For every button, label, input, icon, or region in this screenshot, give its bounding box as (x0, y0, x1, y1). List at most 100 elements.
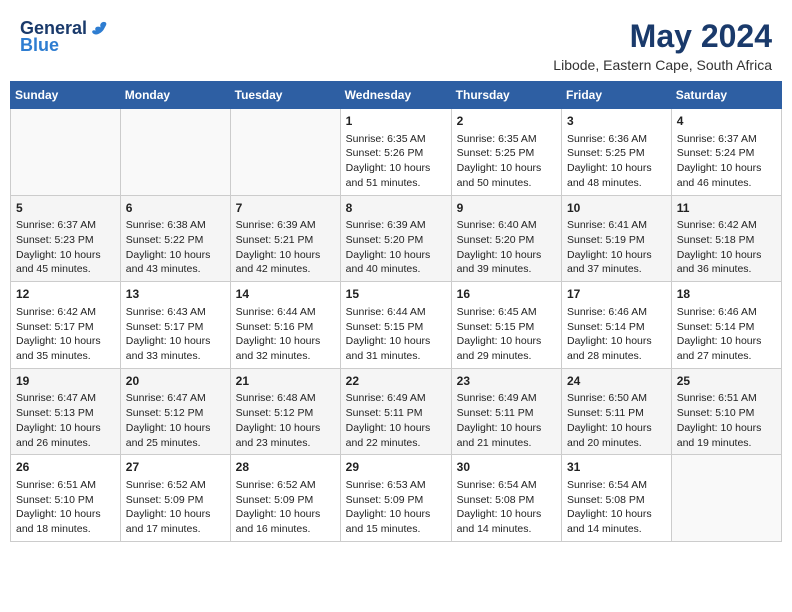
header-cell-saturday: Saturday (671, 82, 781, 109)
calendar-cell (671, 455, 781, 542)
calendar-cell: 5Sunrise: 6:37 AMSunset: 5:23 PMDaylight… (11, 195, 121, 282)
calendar-cell: 6Sunrise: 6:38 AMSunset: 5:22 PMDaylight… (120, 195, 230, 282)
day-number: 1 (346, 113, 446, 130)
day-number: 17 (567, 286, 666, 303)
day-number: 24 (567, 373, 666, 390)
day-info: Sunrise: 6:52 AMSunset: 5:09 PMDaylight:… (236, 478, 335, 537)
header-cell-friday: Friday (562, 82, 672, 109)
day-info: Sunrise: 6:41 AMSunset: 5:19 PMDaylight:… (567, 218, 666, 277)
calendar-week-2: 5Sunrise: 6:37 AMSunset: 5:23 PMDaylight… (11, 195, 782, 282)
day-info: Sunrise: 6:44 AMSunset: 5:16 PMDaylight:… (236, 305, 335, 364)
header-row: SundayMondayTuesdayWednesdayThursdayFrid… (11, 82, 782, 109)
calendar-cell: 13 Sunrise: 6:43 AMSunset: 5:17 PMDayligh… (120, 282, 230, 369)
logo-blue: Blue (20, 35, 59, 56)
day-number: 10 (567, 200, 666, 217)
calendar-cell: 11Sunrise: 6:42 AMSunset: 5:18 PMDayligh… (671, 195, 781, 282)
day-info: Sunrise: 6:36 AMSunset: 5:25 PMDaylight:… (567, 132, 666, 191)
day-info: Sunrise: 6:37 AMSunset: 5:24 PMDaylight:… (677, 132, 776, 191)
logo: General Blue (20, 18, 109, 56)
day-number: 14 (236, 286, 335, 303)
day-info: Sunrise: 6:54 AMSunset: 5:08 PMDaylight:… (457, 478, 556, 537)
calendar-cell (230, 109, 340, 196)
calendar-cell: 2 Sunrise: 6:35 AMSunset: 5:25 PMDaylight… (451, 109, 561, 196)
calendar-cell: 18 Sunrise: 6:46 AMSunset: 5:14 PMDayligh… (671, 282, 781, 369)
day-info: Sunrise: 6:39 AMSunset: 5:21 PMDaylight:… (236, 218, 335, 277)
calendar-cell: 4 Sunrise: 6:37 AMSunset: 5:24 PMDaylight… (671, 109, 781, 196)
day-number: 4 (677, 113, 776, 130)
day-info: Sunrise: 6:49 AMSunset: 5:11 PMDaylight:… (457, 391, 556, 450)
calendar-cell: 25Sunrise: 6:51 AMSunset: 5:10 PMDayligh… (671, 368, 781, 455)
calendar-cell: 3 Sunrise: 6:36 AMSunset: 5:25 PMDaylight… (562, 109, 672, 196)
calendar-cell (120, 109, 230, 196)
calendar-cell: 20Sunrise: 6:47 AMSunset: 5:12 PMDayligh… (120, 368, 230, 455)
day-info: Sunrise: 6:49 AMSunset: 5:11 PMDaylight:… (346, 391, 446, 450)
day-number: 19 (16, 373, 115, 390)
day-number: 22 (346, 373, 446, 390)
calendar-week-1: 1 Sunrise: 6:35 AMSunset: 5:26 PMDaylight… (11, 109, 782, 196)
calendar-cell: 30 Sunrise: 6:54 AMSunset: 5:08 PMDayligh… (451, 455, 561, 542)
calendar-cell: 19Sunrise: 6:47 AMSunset: 5:13 PMDayligh… (11, 368, 121, 455)
calendar-cell: 15 Sunrise: 6:44 AMSunset: 5:15 PMDayligh… (340, 282, 451, 369)
header-cell-sunday: Sunday (11, 82, 121, 109)
day-info: Sunrise: 6:53 AMSunset: 5:09 PMDaylight:… (346, 478, 446, 537)
calendar-cell: 26Sunrise: 6:51 AMSunset: 5:10 PMDayligh… (11, 455, 121, 542)
day-info: Sunrise: 6:44 AMSunset: 5:15 PMDaylight:… (346, 305, 446, 364)
day-number: 5 (16, 200, 115, 217)
day-number: 18 (677, 286, 776, 303)
calendar-cell: 29 Sunrise: 6:53 AMSunset: 5:09 PMDayligh… (340, 455, 451, 542)
day-number: 23 (457, 373, 556, 390)
calendar-cell: 27 Sunrise: 6:52 AMSunset: 5:09 PMDayligh… (120, 455, 230, 542)
day-info: Sunrise: 6:52 AMSunset: 5:09 PMDaylight:… (126, 478, 225, 537)
day-info: Sunrise: 6:35 AMSunset: 5:26 PMDaylight:… (346, 132, 446, 191)
day-info: Sunrise: 6:40 AMSunset: 5:20 PMDaylight:… (457, 218, 556, 277)
day-number: 6 (126, 200, 225, 217)
calendar-cell: 7Sunrise: 6:39 AMSunset: 5:21 PMDaylight… (230, 195, 340, 282)
day-info: Sunrise: 6:54 AMSunset: 5:08 PMDaylight:… (567, 478, 666, 537)
calendar-cell: 23Sunrise: 6:49 AMSunset: 5:11 PMDayligh… (451, 368, 561, 455)
calendar-body: 1 Sunrise: 6:35 AMSunset: 5:26 PMDaylight… (11, 109, 782, 542)
calendar-cell: 21Sunrise: 6:48 AMSunset: 5:12 PMDayligh… (230, 368, 340, 455)
calendar: SundayMondayTuesdayWednesdayThursdayFrid… (10, 81, 782, 542)
day-number: 16 (457, 286, 556, 303)
title-section: May 2024 Libode, Eastern Cape, South Afr… (553, 18, 772, 73)
header: General Blue May 2024 Libode, Eastern Ca… (10, 10, 782, 77)
header-cell-tuesday: Tuesday (230, 82, 340, 109)
day-info: Sunrise: 6:46 AMSunset: 5:14 PMDaylight:… (567, 305, 666, 364)
day-info: Sunrise: 6:43 AMSunset: 5:17 PMDaylight:… (126, 305, 225, 364)
day-number: 15 (346, 286, 446, 303)
day-number: 20 (126, 373, 225, 390)
day-info: Sunrise: 6:37 AMSunset: 5:23 PMDaylight:… (16, 218, 115, 277)
logo-bird-icon (89, 19, 109, 39)
calendar-cell: 14 Sunrise: 6:44 AMSunset: 5:16 PMDayligh… (230, 282, 340, 369)
day-number: 27 (126, 459, 225, 476)
header-cell-wednesday: Wednesday (340, 82, 451, 109)
calendar-cell: 9Sunrise: 6:40 AMSunset: 5:20 PMDaylight… (451, 195, 561, 282)
calendar-cell: 10Sunrise: 6:41 AMSunset: 5:19 PMDayligh… (562, 195, 672, 282)
calendar-cell: 16Sunrise: 6:45 AMSunset: 5:15 PMDayligh… (451, 282, 561, 369)
day-info: Sunrise: 6:51 AMSunset: 5:10 PMDaylight:… (16, 478, 115, 537)
day-info: Sunrise: 6:46 AMSunset: 5:14 PMDaylight:… (677, 305, 776, 364)
day-info: Sunrise: 6:51 AMSunset: 5:10 PMDaylight:… (677, 391, 776, 450)
day-info: Sunrise: 6:42 AMSunset: 5:17 PMDaylight:… (16, 305, 115, 364)
day-number: 9 (457, 200, 556, 217)
day-number: 30 (457, 459, 556, 476)
calendar-week-4: 19Sunrise: 6:47 AMSunset: 5:13 PMDayligh… (11, 368, 782, 455)
day-number: 8 (346, 200, 446, 217)
day-number: 28 (236, 459, 335, 476)
calendar-header: SundayMondayTuesdayWednesdayThursdayFrid… (11, 82, 782, 109)
calendar-cell: 28 Sunrise: 6:52 AMSunset: 5:09 PMDayligh… (230, 455, 340, 542)
day-number: 29 (346, 459, 446, 476)
calendar-week-5: 26Sunrise: 6:51 AMSunset: 5:10 PMDayligh… (11, 455, 782, 542)
day-info: Sunrise: 6:35 AMSunset: 5:25 PMDaylight:… (457, 132, 556, 191)
subtitle: Libode, Eastern Cape, South Africa (553, 57, 772, 73)
day-number: 7 (236, 200, 335, 217)
main-title: May 2024 (553, 18, 772, 55)
day-number: 11 (677, 200, 776, 217)
calendar-cell: 22Sunrise: 6:49 AMSunset: 5:11 PMDayligh… (340, 368, 451, 455)
day-number: 3 (567, 113, 666, 130)
calendar-cell: 8Sunrise: 6:39 AMSunset: 5:20 PMDaylight… (340, 195, 451, 282)
calendar-week-3: 12 Sunrise: 6:42 AMSunset: 5:17 PMDayligh… (11, 282, 782, 369)
day-number: 13 (126, 286, 225, 303)
day-number: 12 (16, 286, 115, 303)
day-number: 2 (457, 113, 556, 130)
